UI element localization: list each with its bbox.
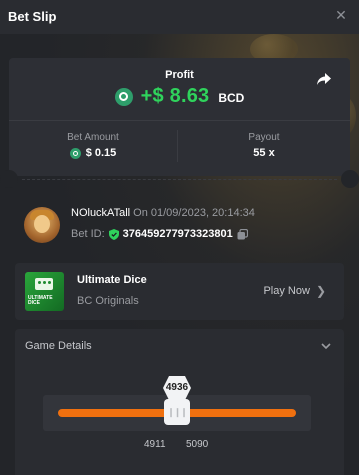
bet-slip-header: Bet Slip ✕ <box>0 0 359 34</box>
result-value: 4936 <box>165 382 189 393</box>
card-notch-right <box>341 170 359 188</box>
user-line: NOluckATall On 01/09/2023, 20:14:34 <box>71 207 255 219</box>
dashed-separator <box>22 179 337 180</box>
profit-row: +$ 8.63 BCD <box>9 85 350 108</box>
verified-shield-icon <box>108 228 119 240</box>
game-provider: BC Originals <box>77 295 139 307</box>
grip-icon: ❙❙❙ <box>167 406 188 417</box>
bet-id-row: Bet ID: 376459277973323801 <box>71 228 248 240</box>
bet-amount-value: $ 0.15 <box>85 147 117 159</box>
bet-amount-label: Bet Amount <box>67 132 119 143</box>
copy-icon[interactable] <box>237 228 248 240</box>
game-details-title: Game Details <box>25 340 92 352</box>
range-low-value: 4911 <box>144 439 166 450</box>
profit-currency: BCD <box>218 91 245 105</box>
chevron-down-icon[interactable] <box>320 340 332 352</box>
username[interactable]: NOluckATall <box>71 207 130 219</box>
bet-id-label: Bet ID: <box>71 228 105 240</box>
game-details-panel: Game Details 4936 ❙❙❙ 4911 5090 <box>15 329 344 475</box>
slider-handle[interactable]: ❙❙❙ <box>164 399 190 425</box>
bcd-coin-icon <box>114 87 133 106</box>
game-card[interactable]: ULTIMATE DICE Ultimate Dice BC Originals… <box>15 263 344 320</box>
bcd-coin-icon <box>69 147 81 159</box>
card-notch-left <box>0 170 18 188</box>
card-divider <box>9 120 350 121</box>
user-row: NOluckATall On 01/09/2023, 20:14:34 Bet … <box>24 207 344 247</box>
chevron-right-icon: ❯ <box>315 284 326 298</box>
play-now-button[interactable]: Play Now ❯ <box>263 284 326 298</box>
game-thumbnail: ULTIMATE DICE <box>25 272 64 311</box>
profit-card: Profit +$ 8.63 BCD Bet Amount $ 0.15 Pay… <box>0 58 359 188</box>
game-details-header[interactable]: Game Details <box>15 329 344 365</box>
bet-timestamp: On 01/09/2023, 20:14:34 <box>133 207 255 219</box>
avatar[interactable] <box>24 207 60 243</box>
share-icon[interactable] <box>315 70 333 88</box>
game-name: Ultimate Dice <box>77 274 147 286</box>
bet-slip-title: Bet Slip <box>8 9 57 24</box>
play-now-label: Play Now <box>263 285 310 297</box>
range-high-value: 5090 <box>186 439 209 450</box>
profit-value: +$ 8.63 <box>140 85 210 107</box>
payout-label: Payout <box>248 132 280 143</box>
bet-amount-value-row: $ 0.15 <box>9 147 177 159</box>
close-icon[interactable]: ✕ <box>333 7 349 23</box>
game-thumbnail-text: ULTIMATE DICE <box>28 295 53 306</box>
profit-label: Profit <box>165 69 194 81</box>
bet-id-value: 376459277973323801 <box>122 228 233 240</box>
payout-value: 55 x <box>253 147 275 159</box>
